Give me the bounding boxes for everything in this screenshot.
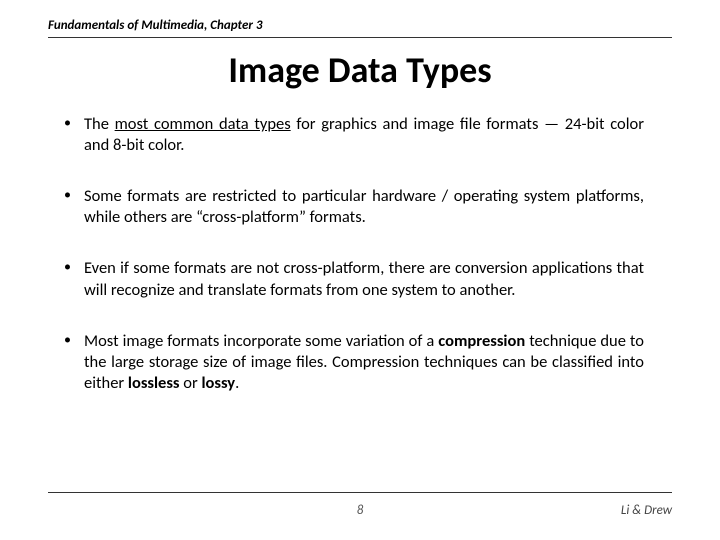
list-item: Some formats are restricted to particula… (84, 186, 644, 228)
text: or (180, 373, 202, 393)
text: Most image formats incorporate some vari… (84, 331, 438, 351)
bold-text: lossy (201, 373, 235, 393)
authors-label: Li & Drew (621, 503, 672, 518)
list-item: Most image formats incorporate some vari… (84, 331, 644, 394)
page-title: Image Data Types (48, 48, 672, 92)
slide-footer: 8 Li & Drew (48, 492, 672, 518)
bold-text: lossless (128, 373, 180, 393)
underlined-text: most common data types (115, 114, 291, 134)
header-divider (48, 37, 672, 38)
list-item: Even if some formats are not cross-platf… (84, 258, 644, 300)
footer-row: 8 Li & Drew (48, 503, 672, 518)
text: . (235, 373, 239, 393)
slide-header: Fundamentals of Multimedia, Chapter 3 (48, 18, 672, 38)
text: The (84, 114, 115, 134)
page-number: 8 (48, 503, 672, 518)
chapter-label: Fundamentals of Multimedia, Chapter 3 (48, 18, 672, 37)
footer-divider (48, 492, 672, 493)
bold-text: compression (438, 331, 525, 351)
list-item: The most common data types for graphics … (84, 114, 644, 156)
slide: Fundamentals of Multimedia, Chapter 3 Im… (0, 0, 720, 540)
bullet-list: The most common data types for graphics … (48, 114, 672, 394)
